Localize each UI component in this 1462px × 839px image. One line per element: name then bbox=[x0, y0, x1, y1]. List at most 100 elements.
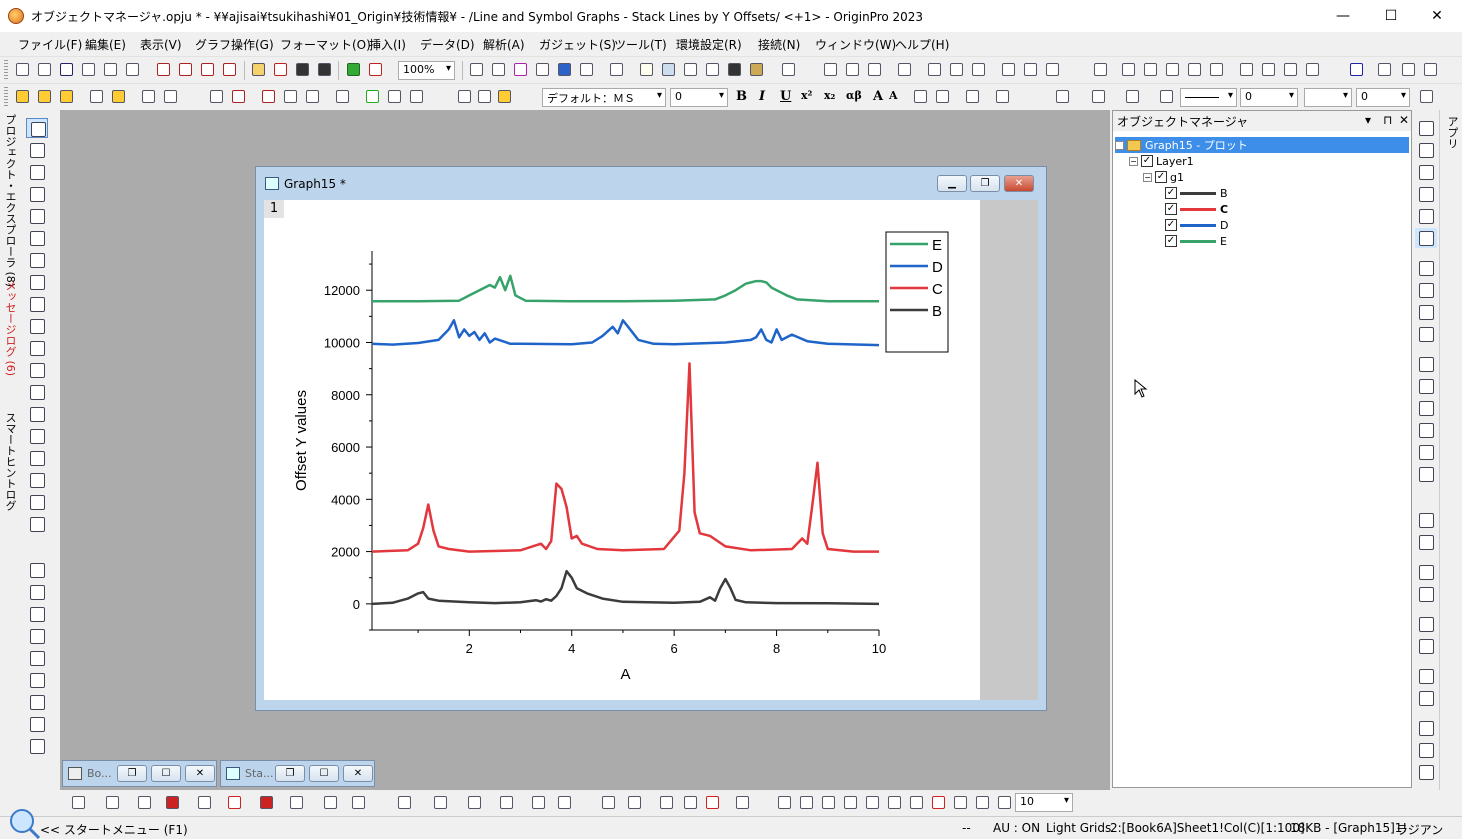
3d-scatter-icon[interactable] bbox=[432, 794, 449, 811]
minimized-graph-window[interactable]: Sta... ❐ ☐ ✕ bbox=[220, 760, 375, 787]
reset-3d-icon[interactable] bbox=[734, 794, 751, 811]
sort-icon[interactable] bbox=[866, 61, 883, 78]
script-window-icon[interactable] bbox=[682, 61, 699, 78]
grid-1-icon[interactable] bbox=[1415, 258, 1437, 278]
axis-red-2-icon[interactable] bbox=[1415, 162, 1437, 182]
gadget-icon[interactable] bbox=[26, 582, 48, 602]
start-menu-icon[interactable] bbox=[8, 805, 42, 839]
filter-clear-icon[interactable] bbox=[1022, 61, 1039, 78]
collapse-icon[interactable]: − bbox=[1115, 140, 1124, 150]
x-axis-label[interactable]: A bbox=[620, 666, 630, 683]
new-notes-icon[interactable] bbox=[177, 61, 194, 78]
messages-icon[interactable] bbox=[660, 61, 677, 78]
y-tick-label[interactable]: 8000 bbox=[331, 388, 360, 403]
y-tick-label[interactable]: 4000 bbox=[331, 492, 360, 507]
italic-button[interactable]: I bbox=[759, 89, 765, 104]
underline-button[interactable]: U bbox=[780, 89, 791, 104]
y-tick-label[interactable]: 12000 bbox=[324, 283, 360, 298]
save-icon[interactable] bbox=[294, 61, 311, 78]
font-color-icon[interactable] bbox=[994, 88, 1011, 105]
worksheet-tool-icon[interactable] bbox=[26, 626, 48, 646]
tilt-icon[interactable] bbox=[626, 794, 643, 811]
copy-icon[interactable] bbox=[476, 88, 493, 105]
set-z-icon[interactable] bbox=[1164, 61, 1181, 78]
console-icon[interactable] bbox=[726, 61, 743, 78]
minimized-book-window[interactable]: Bo... ❐ ☐ ✕ bbox=[62, 760, 217, 787]
apps-icon[interactable] bbox=[748, 61, 765, 78]
collapse-icon[interactable]: − bbox=[1143, 172, 1152, 182]
line-color-icon[interactable] bbox=[1124, 88, 1141, 105]
frame-5-icon[interactable] bbox=[1415, 442, 1437, 462]
axis-red-icon[interactable] bbox=[1415, 140, 1437, 160]
bar-plot-icon[interactable] bbox=[948, 61, 965, 78]
plot-checkbox[interactable]: ✓ bbox=[1165, 187, 1177, 199]
fill-select[interactable] bbox=[1304, 88, 1352, 107]
tree-layer[interactable]: − ✓ Layer1 bbox=[1129, 153, 1194, 169]
set-x-icon[interactable] bbox=[1120, 61, 1137, 78]
shrink-font-button[interactable]: A bbox=[889, 89, 898, 102]
menu-view[interactable]: 表示(V) bbox=[140, 36, 182, 53]
object-8-icon[interactable] bbox=[930, 794, 947, 811]
table-copy-icon[interactable] bbox=[304, 88, 321, 105]
graph-window[interactable]: Graph15 * ▁ ❐ ✕ 2 4 6 8 10 0 2000 4000 6000 8000 1… bbox=[255, 166, 1047, 711]
runner-icon[interactable] bbox=[1415, 228, 1437, 248]
rotate-icon[interactable] bbox=[600, 794, 617, 811]
tree-plot-item[interactable]: ✓ E bbox=[1165, 233, 1227, 249]
align-11-icon[interactable] bbox=[1415, 762, 1437, 782]
frame-1-icon[interactable] bbox=[1415, 354, 1437, 374]
align-2-icon[interactable] bbox=[1415, 532, 1437, 552]
pin-icon[interactable] bbox=[162, 88, 179, 105]
tab-apps[interactable]: アプリ bbox=[1443, 116, 1460, 149]
new-excel-icon[interactable] bbox=[199, 61, 216, 78]
bottom-zoom-select[interactable]: 10 bbox=[1015, 793, 1073, 812]
text-tool-icon[interactable] bbox=[26, 316, 48, 336]
layer-contents-icon[interactable] bbox=[26, 604, 48, 624]
bring-front-icon[interactable] bbox=[58, 88, 75, 105]
ternary-icon[interactable] bbox=[350, 794, 367, 811]
tab-project-explorer[interactable]: プロジェクト・エクスプローラ (8) bbox=[1, 114, 18, 287]
legend-label-C[interactable]: C bbox=[932, 281, 943, 298]
column-plot-icon[interactable] bbox=[926, 61, 943, 78]
new-graph-icon[interactable] bbox=[80, 61, 97, 78]
restore-button[interactable]: ❐ bbox=[275, 765, 305, 782]
stop-icon[interactable] bbox=[367, 61, 384, 78]
line-symbol-icon[interactable] bbox=[136, 794, 153, 811]
tree-plot-item[interactable]: ✓ D bbox=[1165, 217, 1228, 233]
table-icon[interactable] bbox=[260, 88, 277, 105]
first-icon[interactable] bbox=[1238, 61, 1255, 78]
status-autoupdate[interactable]: AU : ON bbox=[993, 821, 1040, 835]
close-button[interactable]: ✕ bbox=[185, 765, 215, 782]
light-icon[interactable] bbox=[1158, 88, 1175, 105]
align-left-icon[interactable] bbox=[912, 88, 929, 105]
group-checkbox[interactable]: ✓ bbox=[1155, 171, 1167, 183]
x-tick-label[interactable]: 10 bbox=[872, 641, 886, 656]
x-tick-label[interactable]: 2 bbox=[466, 641, 473, 656]
x-tick-label[interactable]: 8 bbox=[773, 641, 780, 656]
project-explorer-icon[interactable] bbox=[608, 61, 625, 78]
layer-checkbox[interactable]: ✓ bbox=[1141, 155, 1153, 167]
tree-root-graph[interactable]: − Graph15 - プロット bbox=[1115, 137, 1409, 153]
tree-plot-item[interactable]: ✓ B bbox=[1165, 185, 1228, 201]
recalculate-icon[interactable] bbox=[345, 61, 362, 78]
annotation-icon[interactable] bbox=[26, 338, 48, 358]
menu-connectivity[interactable]: 接続(N) bbox=[758, 36, 800, 53]
multi-bar-icon[interactable] bbox=[970, 61, 987, 78]
object-5-icon[interactable] bbox=[864, 794, 881, 811]
arrow-tool-icon[interactable] bbox=[26, 360, 48, 380]
origin-app-icon[interactable] bbox=[8, 8, 24, 24]
back-arrow-icon[interactable] bbox=[14, 88, 31, 105]
insert-image-icon[interactable] bbox=[26, 470, 48, 490]
worksheet-icon[interactable] bbox=[208, 88, 225, 105]
object-10-icon[interactable] bbox=[974, 794, 991, 811]
series-line-C[interactable] bbox=[371, 362, 879, 553]
maximize-button[interactable]: ☐ bbox=[309, 765, 339, 782]
prev-icon[interactable] bbox=[1260, 61, 1277, 78]
font-select[interactable]: デフォルト：ＭＳ bbox=[542, 88, 666, 107]
legend-label-E[interactable]: E bbox=[932, 237, 942, 254]
plot-checkbox[interactable]: ✓ bbox=[1165, 235, 1177, 247]
layout-tool-icon[interactable] bbox=[1415, 118, 1437, 138]
frame-6-icon[interactable] bbox=[1415, 464, 1437, 484]
menu-gadgets[interactable]: ガジェット(S) bbox=[539, 36, 616, 53]
frame-4-icon[interactable] bbox=[1415, 420, 1437, 440]
close-button[interactable]: ✕ bbox=[343, 765, 373, 782]
